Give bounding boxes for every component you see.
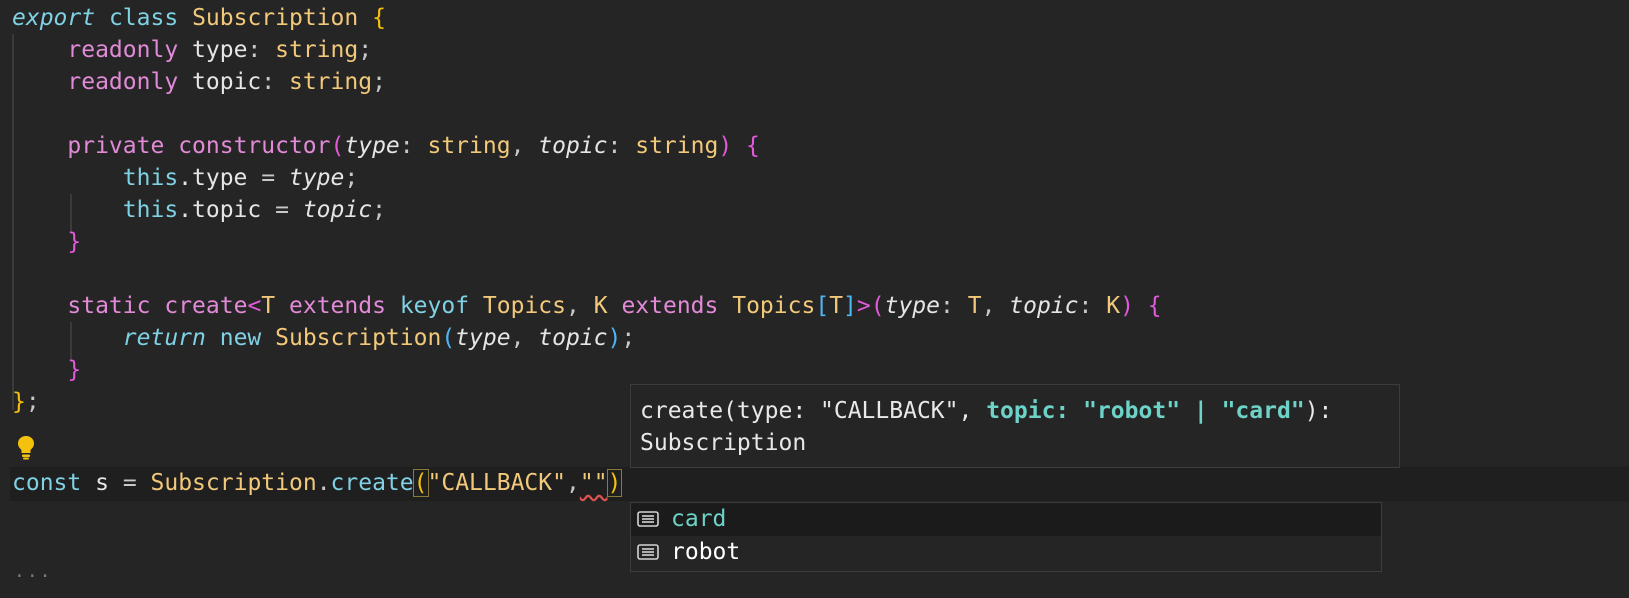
code-line: return new Subscription(type, topic); — [122, 325, 636, 351]
code-line-current[interactable]: const s = Subscription.create("CALLBACK"… — [12, 467, 623, 500]
active-parameter: topic: "robot" | "card" — [986, 398, 1305, 424]
return-type: Subscription — [640, 430, 807, 456]
suggestion-item-card[interactable]: card — [631, 503, 1381, 536]
signature-help-popup: create(type: "CALLBACK", topic: "robot" … — [630, 384, 1400, 468]
code-line: } — [67, 357, 82, 383]
code-line: } — [67, 229, 82, 255]
code-line: export class Subscription { — [12, 5, 386, 31]
code-line: static create<T extends keyof Topics, K … — [67, 293, 1162, 319]
code-line: this.topic = topic; — [122, 197, 386, 223]
code-line: }; — [12, 389, 40, 415]
text-icon — [637, 511, 659, 527]
code-line: private constructor(type: string, topic:… — [67, 133, 760, 159]
code-line: readonly type: string; — [67, 37, 373, 63]
suggest-widget[interactable]: card robot — [630, 502, 1382, 572]
code-line: this.type = type; — [122, 165, 359, 191]
suggestion-label: robot — [671, 539, 741, 565]
code-editor[interactable]: export class Subscription { readonly typ… — [0, 0, 1629, 598]
code-line: readonly topic: string; — [67, 69, 386, 95]
folded-ellipsis[interactable]: ··· — [14, 566, 53, 587]
suggestion-label: card — [671, 506, 727, 532]
text-icon — [637, 544, 659, 560]
lightbulb-icon[interactable] — [16, 434, 36, 460]
suggestion-item-robot[interactable]: robot — [631, 536, 1381, 569]
